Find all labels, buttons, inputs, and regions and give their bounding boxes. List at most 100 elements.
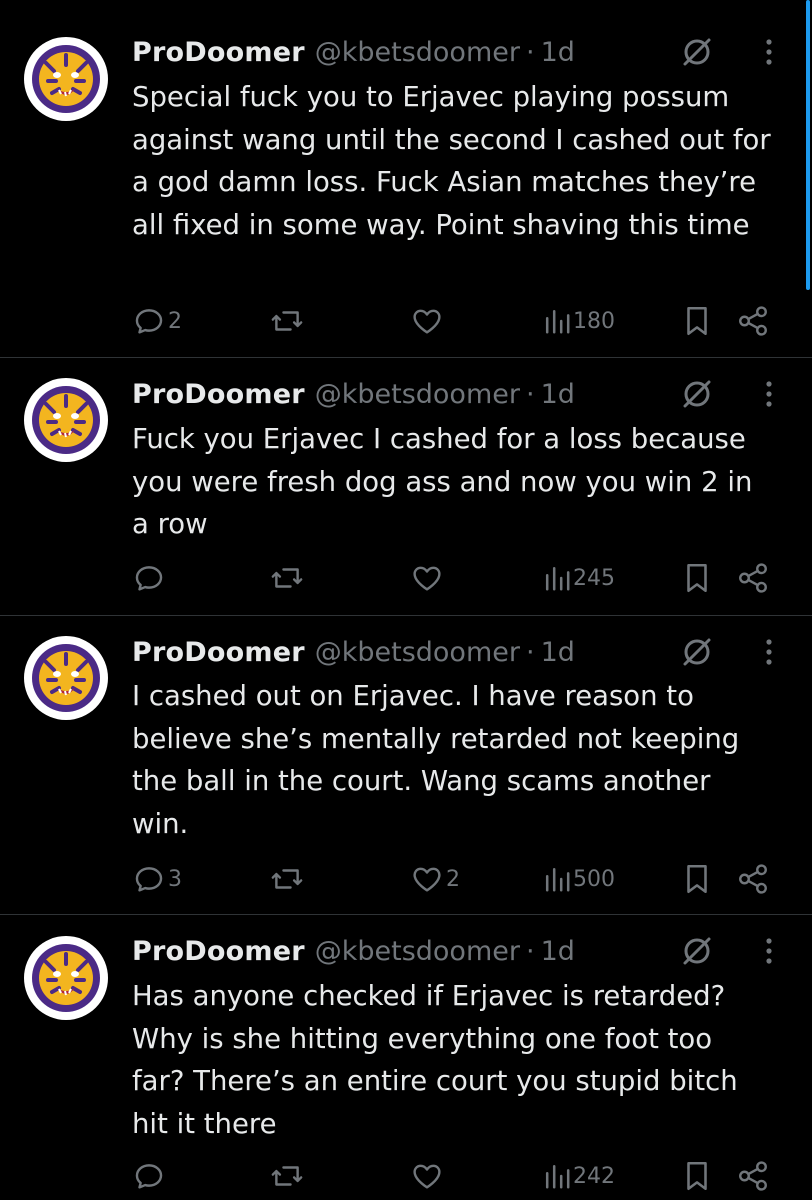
repost-button[interactable] — [270, 301, 306, 341]
bookmark-icon — [687, 1161, 707, 1191]
share-button[interactable] — [736, 301, 770, 341]
views-button[interactable]: 180 — [543, 301, 615, 341]
heart-icon — [413, 309, 441, 334]
reply-button[interactable]: 3 — [132, 859, 182, 899]
views-icon — [545, 566, 570, 591]
separator-dot: · — [525, 36, 535, 68]
repost-icon — [271, 869, 303, 889]
bookmark-icon — [687, 306, 707, 336]
more-options-icon[interactable] — [760, 635, 778, 669]
tweet-text: Fuck you Erjavec I cashed for a loss bec… — [132, 423, 753, 540]
tiger-logo-icon — [32, 386, 100, 454]
reply-icon — [135, 309, 163, 334]
repost-button[interactable] — [270, 859, 306, 899]
separator-dot: · — [525, 636, 535, 668]
reply-icon — [135, 566, 163, 591]
like-button[interactable]: 2 — [410, 859, 460, 899]
view-count: 245 — [573, 565, 615, 591]
separator-dot: · — [525, 935, 535, 967]
views-button[interactable]: 245 — [543, 558, 615, 598]
reply-count: 2 — [168, 308, 182, 334]
more-options-icon[interactable] — [760, 35, 778, 69]
view-count: 500 — [573, 866, 615, 892]
tweet[interactable]: ProDoomer @kbetsdoomer · 1d Has anyone c… — [0, 915, 812, 1200]
avatar[interactable] — [24, 37, 108, 121]
grok-icon[interactable] — [680, 934, 714, 968]
reply-icon — [135, 1164, 163, 1189]
tweet-header: ProDoomer @kbetsdoomer · 1d — [132, 376, 575, 412]
tweet-header: ProDoomer @kbetsdoomer · 1d — [132, 933, 575, 969]
more-options-icon[interactable] — [760, 934, 778, 968]
tweet-text: I cashed out on Erjavec. I have reason t… — [132, 680, 740, 840]
tweet-text: Special fuck you to Erjavec playing poss… — [132, 81, 771, 241]
tweet[interactable]: ProDoomer @kbetsdoomer · 1d Fuck you Erj… — [0, 358, 812, 614]
timestamp[interactable]: 1d — [541, 936, 575, 967]
reply-count: 3 — [168, 866, 182, 892]
like-button[interactable] — [410, 301, 446, 341]
share-button[interactable] — [736, 1156, 770, 1196]
tiger-logo-icon — [32, 644, 100, 712]
reply-button[interactable] — [132, 1156, 168, 1196]
like-button[interactable] — [410, 558, 446, 598]
bookmark-icon — [687, 864, 707, 894]
timestamp[interactable]: 1d — [541, 637, 575, 668]
display-name[interactable]: ProDoomer — [132, 637, 305, 668]
tiger-logo-icon — [32, 944, 100, 1012]
bookmark-button[interactable] — [682, 301, 712, 341]
views-icon — [545, 309, 570, 334]
grok-icon[interactable] — [680, 635, 714, 669]
tweet-actions: 245 — [0, 558, 812, 598]
repost-icon — [271, 311, 303, 331]
avatar[interactable] — [24, 936, 108, 1020]
view-count: 242 — [573, 1163, 615, 1189]
like-count: 2 — [446, 866, 460, 892]
heart-icon — [413, 566, 441, 591]
user-handle[interactable]: @kbetsdoomer — [315, 637, 520, 668]
reply-button[interactable]: 2 — [132, 301, 182, 341]
share-icon — [739, 1161, 767, 1191]
display-name[interactable]: ProDoomer — [132, 936, 305, 967]
tweet-header: ProDoomer @kbetsdoomer · 1d — [132, 34, 575, 70]
grok-icon[interactable] — [680, 377, 714, 411]
avatar[interactable] — [24, 378, 108, 462]
heart-icon — [413, 867, 441, 892]
share-button[interactable] — [736, 558, 770, 598]
tweet-text: Has anyone checked if Erjavec is retarde… — [132, 980, 738, 1140]
grok-icon[interactable] — [680, 35, 714, 69]
user-handle[interactable]: @kbetsdoomer — [315, 37, 520, 68]
display-name[interactable]: ProDoomer — [132, 37, 305, 68]
share-button[interactable] — [736, 859, 770, 899]
repost-icon — [271, 568, 303, 588]
tweet-actions: 242 — [0, 1156, 812, 1196]
reply-button[interactable] — [132, 558, 168, 598]
tweet-actions: 3 2 500 — [0, 859, 812, 899]
timestamp[interactable]: 1d — [541, 37, 575, 68]
tweet-actions: 2 180 — [0, 301, 812, 341]
tweet[interactable]: ProDoomer @kbetsdoomer · 1d I cashed out… — [0, 616, 812, 914]
user-handle[interactable]: @kbetsdoomer — [315, 379, 520, 410]
like-button[interactable] — [410, 1156, 446, 1196]
user-handle[interactable]: @kbetsdoomer — [315, 936, 520, 967]
avatar[interactable] — [24, 636, 108, 720]
views-icon — [545, 867, 570, 892]
tiger-logo-icon — [32, 45, 100, 113]
views-button[interactable]: 242 — [543, 1156, 615, 1196]
timestamp[interactable]: 1d — [541, 379, 575, 410]
repost-button[interactable] — [270, 1156, 306, 1196]
bookmark-icon — [687, 563, 707, 593]
views-button[interactable]: 500 — [543, 859, 615, 899]
views-icon — [545, 1164, 570, 1189]
heart-icon — [413, 1164, 441, 1189]
view-count: 180 — [573, 308, 615, 334]
tweet[interactable]: ProDoomer @kbetsdoomer · 1d Special fuck… — [0, 0, 812, 356]
bookmark-button[interactable] — [682, 558, 712, 598]
more-options-icon[interactable] — [760, 377, 778, 411]
repost-button[interactable] — [270, 558, 306, 598]
repost-icon — [271, 1166, 303, 1186]
timeline-feed: ProDoomer @kbetsdoomer · 1d Special fuck… — [0, 0, 812, 1200]
share-icon — [739, 864, 767, 894]
bookmark-button[interactable] — [682, 859, 712, 899]
share-icon — [739, 563, 767, 593]
display-name[interactable]: ProDoomer — [132, 379, 305, 410]
bookmark-button[interactable] — [682, 1156, 712, 1196]
